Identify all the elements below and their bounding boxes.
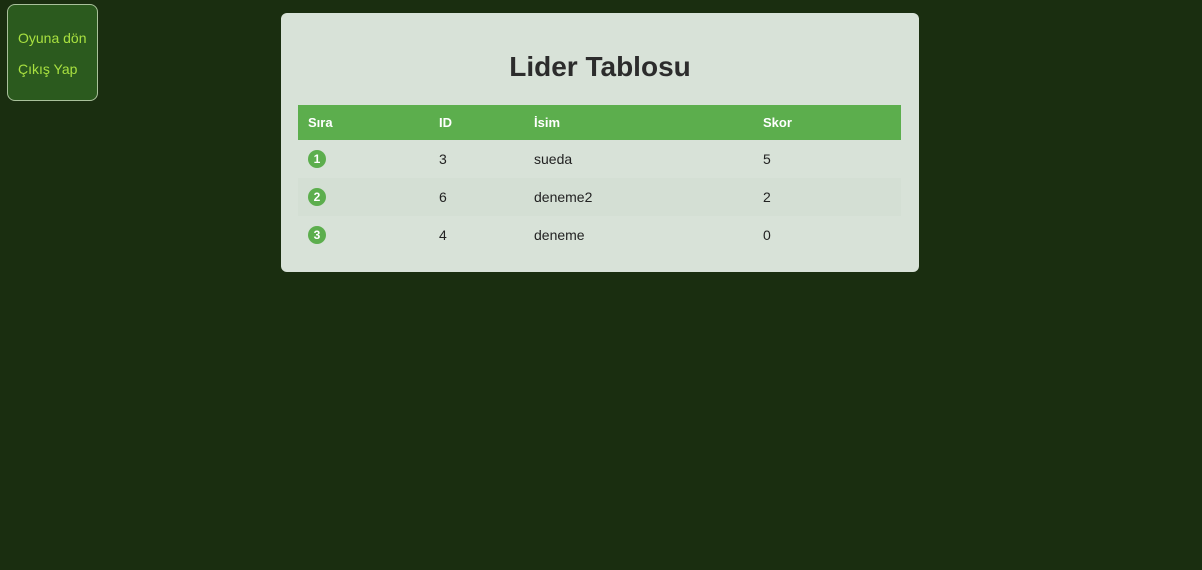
leaderboard-table: Sıra ID İsim Skor 1 3 sueda 5 2 6 deneme… xyxy=(298,105,901,254)
nav-menu: Oyuna dön Çıkış Yap xyxy=(7,4,98,101)
cell-score: 5 xyxy=(763,151,771,167)
cell-id: 4 xyxy=(439,227,447,243)
column-header-rank: Sıra xyxy=(308,115,333,130)
table-header-row: Sıra ID İsim Skor xyxy=(298,105,901,140)
column-header-score: Skor xyxy=(763,115,792,130)
column-header-id: ID xyxy=(439,115,452,130)
back-to-game-link[interactable]: Oyuna dön xyxy=(18,30,87,46)
column-header-name: İsim xyxy=(534,115,561,130)
cell-name: deneme xyxy=(534,227,585,243)
rank-badge: 2 xyxy=(308,188,326,206)
table-row: 2 6 deneme2 2 xyxy=(298,178,901,216)
cell-name: sueda xyxy=(534,151,573,167)
rank-badge: 1 xyxy=(308,150,326,168)
cell-score: 2 xyxy=(763,189,771,205)
cell-name: deneme2 xyxy=(534,189,593,205)
page-title: Lider Tablosu xyxy=(509,51,691,82)
logout-link[interactable]: Çıkış Yap xyxy=(18,61,77,77)
table-row: 3 4 deneme 0 xyxy=(298,216,901,254)
rank-badge: 3 xyxy=(308,226,326,244)
cell-id: 6 xyxy=(439,189,447,205)
table-row: 1 3 sueda 5 xyxy=(298,140,901,178)
leaderboard-card: Lider Tablosu Sıra ID İsim Skor 1 3 sued… xyxy=(281,13,919,272)
cell-id: 3 xyxy=(439,151,447,167)
cell-score: 0 xyxy=(763,227,771,243)
